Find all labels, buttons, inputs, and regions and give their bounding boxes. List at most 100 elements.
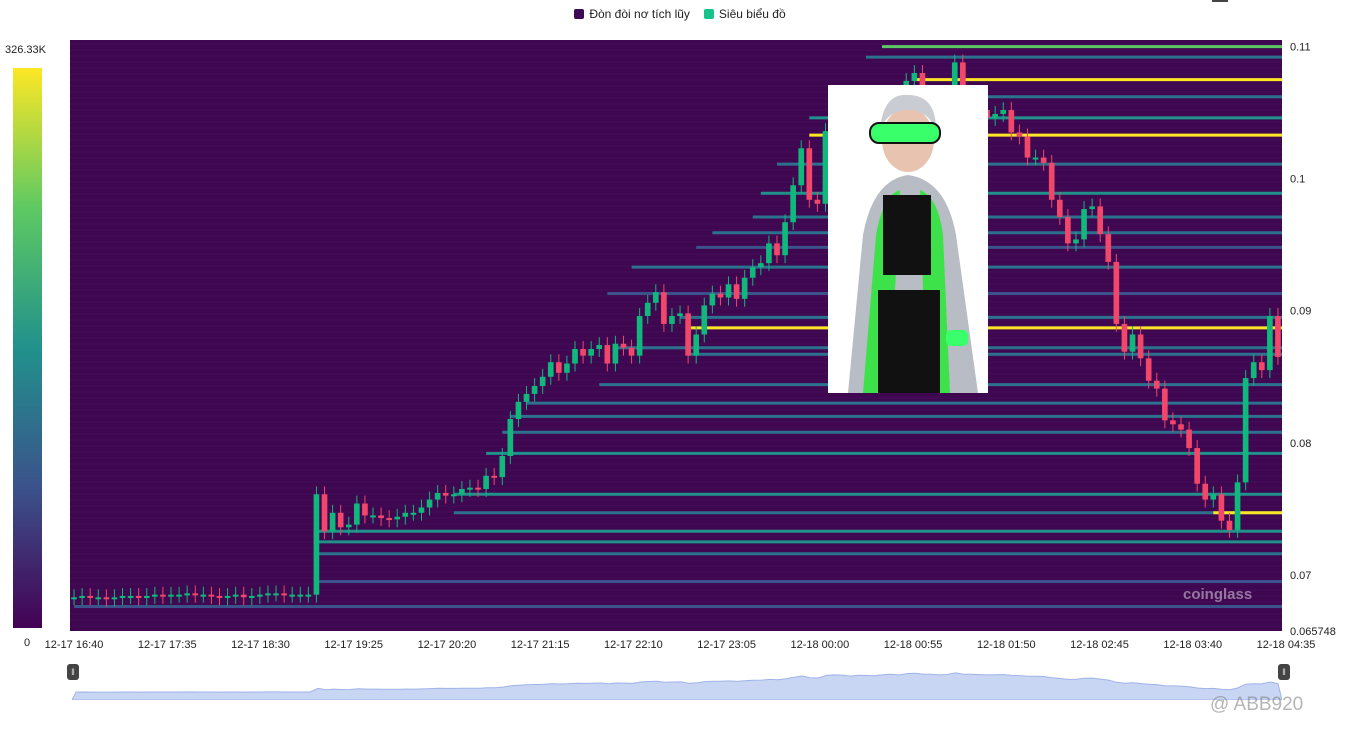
y-tick-label: 0.09 [1290,306,1311,318]
candle-body [636,316,643,356]
candle-body [402,512,409,517]
range-handle-right[interactable]: ǁ [1278,664,1290,680]
candle-body [450,494,457,497]
candle-body [354,503,360,525]
candle-body [717,293,724,298]
candle-body [1097,206,1104,235]
candle-body [1024,136,1031,158]
candle-body [224,595,231,598]
candle-body [774,243,780,256]
candle-body [1113,261,1120,324]
candle-body [1121,323,1128,352]
y-tick-label: 0.08 [1290,438,1311,450]
candle-body [1065,216,1071,244]
candle-body [1242,378,1249,483]
candle-body [410,512,417,515]
candle-body [232,594,239,597]
y-tick-label: 0.065748 [1290,626,1336,638]
candle-body [1145,358,1152,381]
candle-body [758,263,764,268]
candle-body [1048,162,1055,200]
candle-body [95,597,102,600]
candle-body [814,199,821,204]
candle-body [475,487,481,490]
candle-body [806,148,813,200]
candle-body [1275,316,1281,357]
candle-body [588,349,594,356]
candle-body [71,597,77,600]
candle-body [257,594,263,597]
candle-body [1234,482,1241,530]
coinglass-watermark: coinglass [1183,586,1253,603]
candle-body [111,597,118,600]
candle-body [612,343,619,364]
candle-body [467,487,473,490]
candle-body [685,313,691,356]
candle-body [152,594,158,597]
candle-body [798,148,805,186]
candle-body [669,316,675,324]
candle-body [176,594,182,597]
candle-body [1218,494,1225,521]
candle-body [992,113,998,118]
candle-body [216,595,223,598]
candle-body [1153,380,1160,389]
candle-body [644,302,651,317]
candle-body [1210,494,1217,500]
candle-body [483,475,489,490]
candle-body [531,386,538,394]
candle-body [305,594,312,597]
candle-body [87,595,94,598]
candle-body [741,277,748,299]
candle-body [620,343,627,348]
candle-body [572,349,578,364]
candle-body [281,593,287,596]
candle-body [1250,362,1257,379]
candle-body [1162,388,1168,421]
range-handle-left[interactable]: ǁ [67,664,79,680]
candle-body [547,362,554,377]
candle-body [370,515,376,518]
candle-body [1267,316,1273,371]
candle-body [321,494,328,532]
candle-body [1000,109,1007,114]
candle-body [766,243,772,264]
candle-body [200,594,207,597]
candle-body [652,292,659,303]
candle-body [273,593,279,596]
candle-body [119,595,126,598]
y-tick-label: 0.07 [1290,570,1311,582]
candle-body [564,363,570,373]
candle-body [79,595,85,598]
candle-body [1081,209,1087,240]
candle-body [1178,424,1184,430]
candle-body [1056,199,1063,217]
candle-body [378,515,384,519]
candle-body [790,185,796,223]
candle-body [733,284,740,299]
candle-body [1137,334,1144,359]
character-illustration [828,85,988,393]
candle-body [1226,520,1233,530]
candle-body [103,597,110,600]
candle-body [426,499,433,508]
candle-body [1129,334,1136,352]
candle-body [168,594,174,597]
candle-body [782,222,788,256]
range-slider-overview[interactable] [72,650,1282,700]
candle-body [248,595,255,598]
candle-body [1016,132,1023,137]
candle-body [580,349,586,356]
candle-body [499,455,506,478]
candle-body [491,475,498,478]
candle-body [240,594,247,598]
candle-body [539,376,546,387]
candle-body [394,516,401,520]
candle-body [1008,109,1015,133]
candle-body [725,284,732,298]
candle-body [337,512,344,528]
candle-body [709,293,716,306]
candle-body [749,267,756,278]
candle-body [911,73,918,81]
candle-body [515,401,522,420]
